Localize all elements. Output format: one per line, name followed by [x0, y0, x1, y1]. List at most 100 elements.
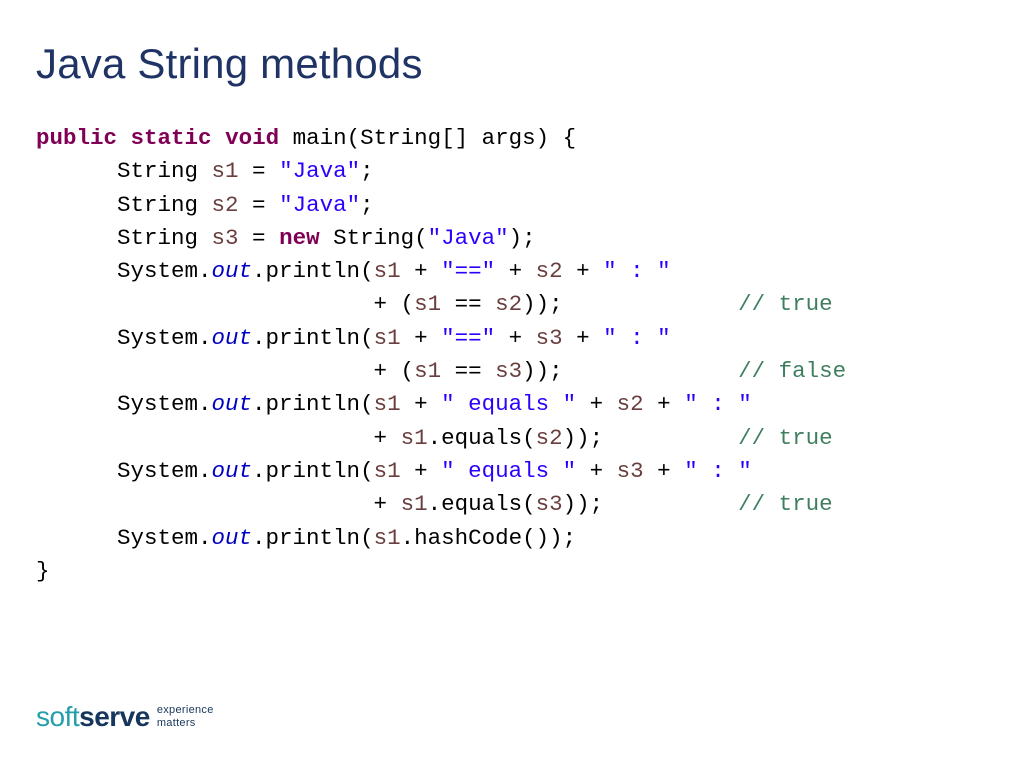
var-s1: s1: [212, 158, 239, 184]
field-out: out: [212, 458, 253, 484]
code-text: +: [401, 325, 442, 351]
string-literal: " : ": [603, 325, 671, 351]
code-text: String: [36, 192, 212, 218]
slide: Java String methods public static void m…: [0, 0, 1024, 767]
var: s1: [401, 491, 428, 517]
logo-tag-2: matters: [157, 717, 214, 730]
logo-word: softserve: [36, 703, 150, 731]
logo-serve: serve: [79, 701, 150, 732]
var: s3: [536, 325, 563, 351]
code-text: ==: [441, 291, 495, 317]
var: s1: [374, 458, 401, 484]
code-text: + (: [36, 358, 414, 384]
var: s2: [536, 258, 563, 284]
code-text: +: [401, 258, 442, 284]
code-text: }: [36, 558, 50, 584]
comment: // true: [738, 291, 833, 317]
code-text: +: [563, 258, 604, 284]
var: s2: [536, 425, 563, 451]
comment: // true: [738, 491, 833, 517]
var: s2: [617, 391, 644, 417]
code-text: System.: [36, 525, 212, 551]
code-text: .hashCode());: [401, 525, 577, 551]
kw-new: new: [279, 225, 320, 251]
string-literal: "Java": [279, 158, 360, 184]
code-text: ));: [563, 491, 739, 517]
var: s2: [495, 291, 522, 317]
code-text: +: [495, 258, 536, 284]
code-text: .println(: [252, 258, 374, 284]
code-text: +: [644, 391, 685, 417]
field-out: out: [212, 525, 253, 551]
code-text: .println(: [252, 391, 374, 417]
code-text: .println(: [252, 325, 374, 351]
code-text: +: [401, 458, 442, 484]
code-text: System.: [36, 325, 212, 351]
comment: // false: [738, 358, 846, 384]
code-text: ;: [360, 158, 374, 184]
code-text: String(: [320, 225, 428, 251]
string-literal: "==": [441, 258, 495, 284]
var-s2: s2: [212, 192, 239, 218]
code-text: =: [239, 225, 280, 251]
string-literal: " equals ": [441, 458, 576, 484]
code-text: ==: [441, 358, 495, 384]
logo: softserve experience matters: [36, 703, 214, 731]
code-text: =: [239, 192, 280, 218]
code-text: +: [36, 425, 401, 451]
comment: // true: [738, 425, 833, 451]
code-text: +: [644, 458, 685, 484]
code-text: +: [576, 458, 617, 484]
kw-static: static: [131, 125, 212, 151]
code-text: ));: [563, 425, 739, 451]
code-text: +: [495, 325, 536, 351]
string-literal: "==": [441, 325, 495, 351]
code-text: ));: [522, 291, 738, 317]
code-text: String: [36, 158, 212, 184]
var: s3: [536, 491, 563, 517]
string-literal: " : ": [684, 458, 752, 484]
var: s1: [374, 258, 401, 284]
code-text: System.: [36, 391, 212, 417]
code-text: .equals(: [428, 425, 536, 451]
code-text: );: [509, 225, 536, 251]
logo-tag-1: experience: [157, 704, 214, 717]
logo-tagline: experience matters: [157, 704, 214, 729]
field-out: out: [212, 258, 253, 284]
var: s1: [374, 525, 401, 551]
code-text: main(String[] args) {: [279, 125, 576, 151]
string-literal: " equals ": [441, 391, 576, 417]
code-text: .println(: [252, 525, 374, 551]
string-literal: " : ": [684, 391, 752, 417]
code-text: System.: [36, 258, 212, 284]
string-literal: "Java": [428, 225, 509, 251]
code-text: .equals(: [428, 491, 536, 517]
code-text: +: [576, 391, 617, 417]
string-literal: " : ": [603, 258, 671, 284]
code-text: ));: [522, 358, 738, 384]
code-text: +: [401, 391, 442, 417]
slide-title: Java String methods: [36, 40, 988, 88]
logo-soft: soft: [36, 701, 79, 732]
var: s3: [617, 458, 644, 484]
code-text: System.: [36, 458, 212, 484]
code-text: + (: [36, 291, 414, 317]
code-text: .println(: [252, 458, 374, 484]
string-literal: "Java": [279, 192, 360, 218]
code-text: +: [36, 491, 401, 517]
kw-public: public: [36, 125, 117, 151]
field-out: out: [212, 325, 253, 351]
code-text: +: [563, 325, 604, 351]
kw-void: void: [225, 125, 279, 151]
var-s3: s3: [212, 225, 239, 251]
var: s1: [401, 425, 428, 451]
code-text: String: [36, 225, 212, 251]
code-block: public static void main(String[] args) {…: [36, 122, 988, 588]
var: s1: [414, 291, 441, 317]
code-text: =: [239, 158, 280, 184]
var: s1: [414, 358, 441, 384]
code-text: ;: [360, 192, 374, 218]
var: s3: [495, 358, 522, 384]
var: s1: [374, 391, 401, 417]
field-out: out: [212, 391, 253, 417]
